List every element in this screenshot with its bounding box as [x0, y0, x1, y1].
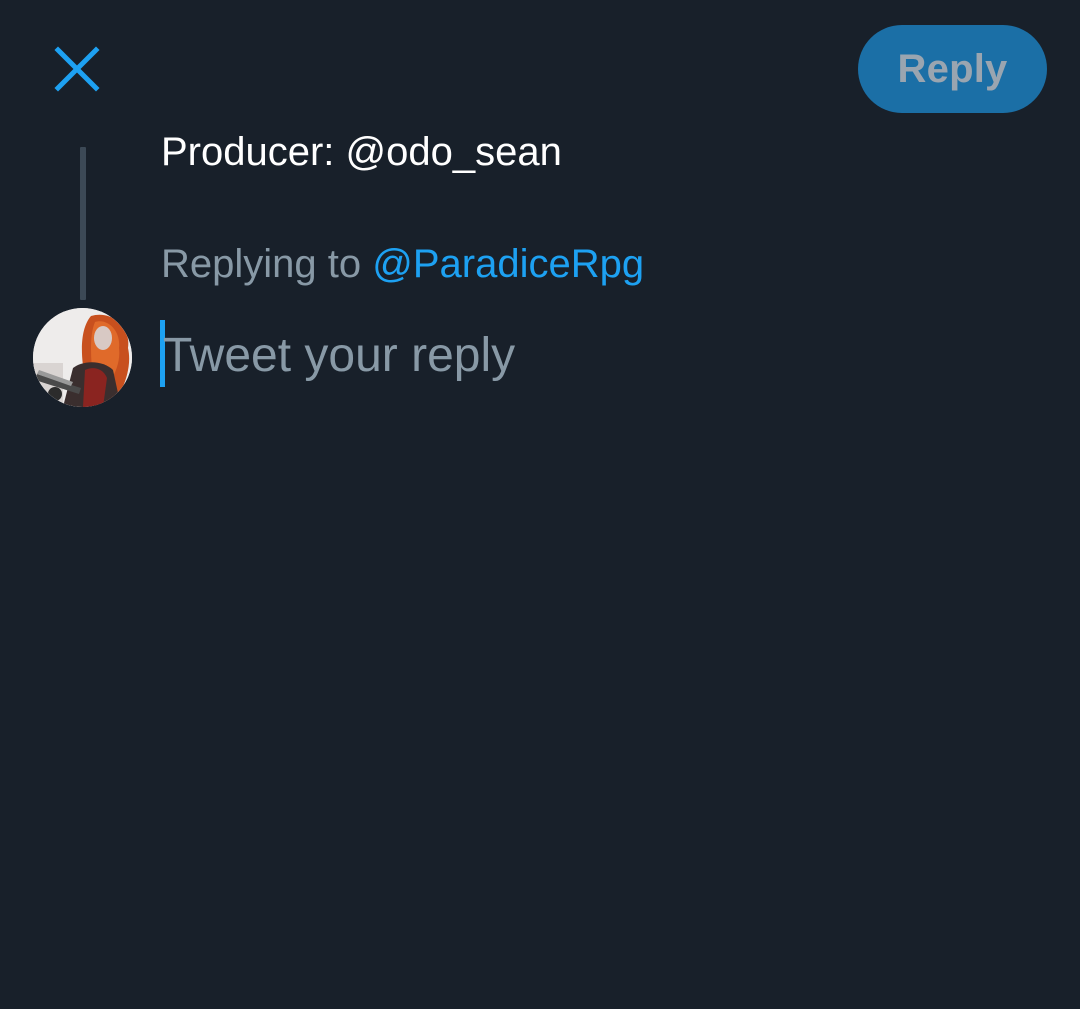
replying-to-label: Replying to — [161, 242, 373, 286]
user-avatar-image — [33, 308, 132, 407]
quoted-tweet-text: Producer: @odo_sean — [161, 126, 562, 178]
close-icon — [54, 46, 100, 92]
thread-connector-line — [80, 147, 86, 300]
reply-button[interactable]: Reply — [858, 25, 1047, 113]
quoted-tweet-text-content: Producer: @odo_sean — [161, 130, 562, 174]
replying-to-handle-link[interactable]: @ParadiceRpg — [372, 242, 644, 286]
replying-to-line: Replying to @ParadiceRpg — [161, 240, 644, 288]
reply-input-placeholder: Tweet your reply — [163, 329, 516, 382]
close-button[interactable] — [48, 40, 106, 98]
reply-composer[interactable]: Tweet your reply — [159, 320, 1039, 390]
avatar[interactable] — [33, 308, 132, 407]
